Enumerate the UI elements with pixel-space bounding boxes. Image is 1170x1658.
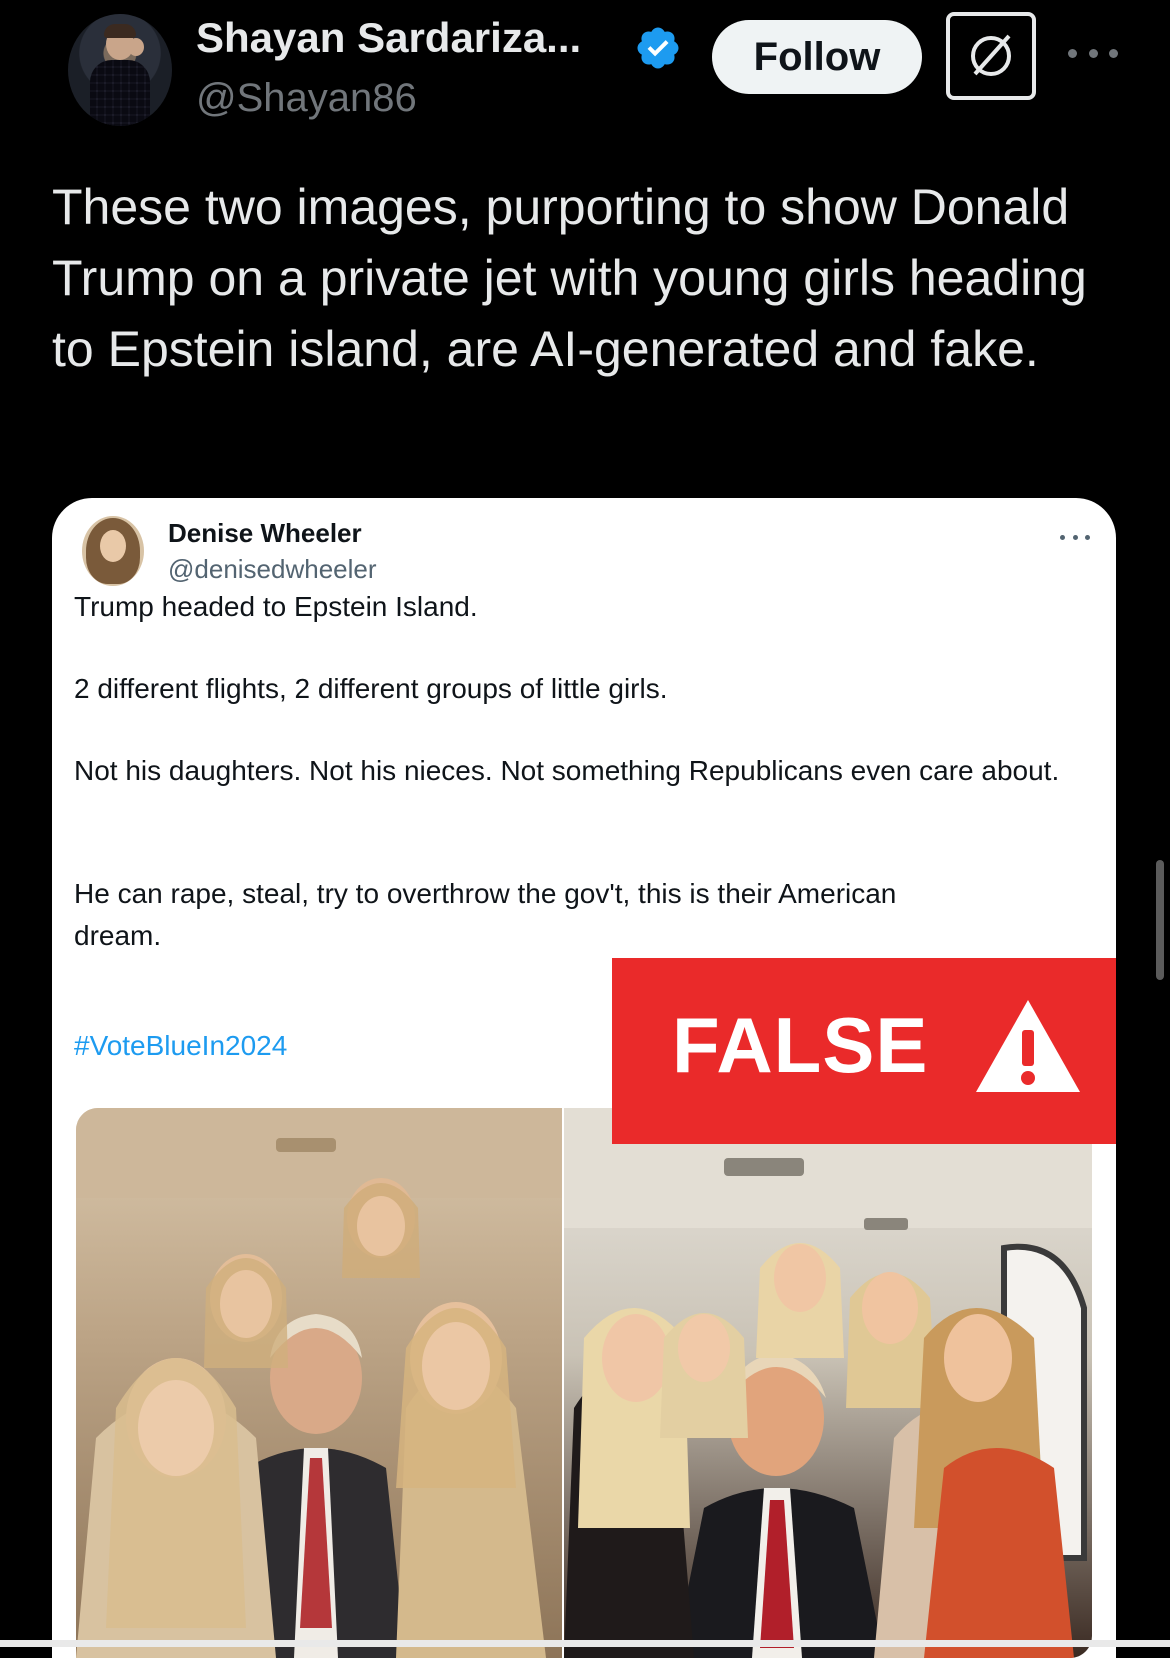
- quoted-author-avatar: [82, 516, 144, 586]
- author-name[interactable]: Shayan Sardariza...: [196, 14, 581, 62]
- more-options-icon[interactable]: [1068, 38, 1118, 68]
- scrollbar[interactable]: [1156, 860, 1164, 980]
- slashed-circle-icon: [971, 34, 1011, 76]
- quoted-author-name: Denise Wheeler: [168, 518, 362, 548]
- author-avatar[interactable]: [68, 14, 172, 126]
- quoted-more-icon: [1060, 532, 1090, 542]
- false-label-banner: FALSE: [612, 958, 1116, 1144]
- quoted-hashtag: #VoteBlueIn2024: [74, 1030, 288, 1061]
- photo-right: [564, 1108, 1092, 1658]
- follow-button[interactable]: Follow: [712, 20, 922, 94]
- warning-icon: [976, 1000, 1080, 1092]
- false-label-text: FALSE: [672, 1001, 929, 1089]
- quoted-author-handle: @denisedwheeler: [168, 554, 377, 584]
- divider: [0, 1640, 1170, 1647]
- photo-left: [76, 1108, 562, 1658]
- tweet-text: These two images, purporting to show Don…: [52, 179, 1087, 377]
- quoted-paragraph: Not his daughters. Not his nieces. Not s…: [74, 755, 1060, 786]
- author-handle[interactable]: @Shayan86: [196, 76, 417, 121]
- grok-icon[interactable]: [946, 12, 1036, 100]
- quoted-paragraph: Trump headed to Epstein Island.: [74, 591, 478, 622]
- quoted-paragraph: 2 different flights, 2 different groups …: [74, 673, 668, 704]
- quoted-paragraph: He can rape, steal, try to overthrow the…: [74, 878, 897, 951]
- verified-badge-icon: [637, 27, 679, 69]
